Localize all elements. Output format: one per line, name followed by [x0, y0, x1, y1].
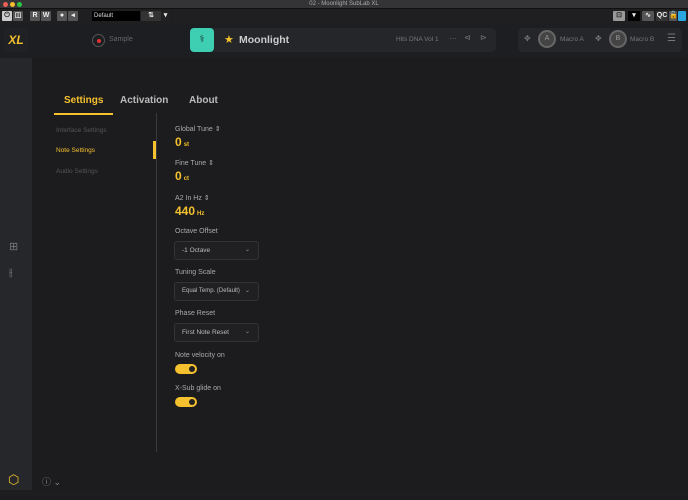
read-button[interactable]: R [30, 11, 40, 21]
link-icon[interactable]: ⊡ [613, 11, 625, 21]
dna-icon[interactable]: ⚕ [190, 28, 214, 52]
global-tune-text: Global Tune [175, 126, 213, 133]
unit: Hz [197, 211, 205, 217]
value: 440 [175, 204, 196, 218]
window-title: 02 - Moonlight SubLab XL [309, 1, 379, 7]
move-icon[interactable]: ✥ [524, 34, 531, 43]
chevron-down-icon: ⌄ [244, 329, 250, 335]
preset-pack: Hits DNA Vol 1 [396, 36, 439, 43]
power-icon[interactable]: ⏻ [2, 11, 12, 21]
chevron-down-icon: ⌄ [244, 247, 250, 253]
preset-name[interactable]: Moonlight [239, 34, 289, 46]
global-tune-label[interactable]: Global Tune ⇕ [175, 125, 221, 133]
selected-value: Equal Temp. (Default) [182, 288, 240, 294]
move-icon[interactable]: ✥ [595, 34, 602, 43]
settings-gear-icon[interactable]: ⬡ [8, 472, 19, 488]
title-bar: 02 - Moonlight SubLab XL [0, 0, 688, 9]
qc-button[interactable]: QC [656, 11, 668, 21]
fine-tune-text: Fine Tune [175, 160, 207, 167]
back-icon[interactable]: ◂ [68, 11, 78, 21]
write-button[interactable]: W [41, 11, 51, 21]
preset-dropdown-icon[interactable]: ▾ [162, 11, 169, 21]
help-icon[interactable]: ⓘ ⌄ [42, 475, 61, 488]
close-button[interactable] [3, 2, 8, 7]
minimize-button[interactable] [10, 2, 15, 7]
macro-b-knob[interactable]: B [609, 30, 627, 48]
a2-value[interactable]: 440 Hz [175, 204, 204, 218]
nav-interface-settings[interactable]: Interface Settings [56, 127, 107, 134]
unit: ct [183, 176, 190, 182]
dropdown-icon[interactable]: ▾ [628, 11, 640, 21]
a2-text: A2 In Hz [175, 195, 202, 202]
fine-tune-value[interactable]: 0 ct [175, 169, 189, 183]
value: 0 [175, 135, 182, 149]
scrollbar[interactable] [153, 141, 156, 159]
settings-icon[interactable]: ● [57, 11, 67, 21]
zoom-button[interactable] [17, 2, 22, 7]
next-preset-icon[interactable]: ⊳ [480, 33, 487, 42]
host-preset-field[interactable]: Default [92, 11, 140, 21]
tuning-scale-select[interactable]: Equal Temp. (Default) ⌄ [174, 282, 259, 301]
xl-logo: XL [4, 28, 28, 52]
tab-activation[interactable]: Activation [120, 95, 168, 106]
phase-reset-select[interactable]: First Note Reset ⌄ [174, 323, 259, 342]
preset-arrows-icon[interactable]: ⇅ [141, 11, 161, 21]
prev-preset-icon[interactable]: ⊲ [464, 33, 471, 42]
more-icon[interactable]: ··· [449, 34, 457, 43]
selected-value: First Note Reset [182, 329, 229, 336]
star-icon[interactable]: ★ [224, 33, 234, 46]
settings-panel [32, 58, 688, 490]
phase-reset-label: Phase Reset [175, 310, 216, 317]
lock-icon[interactable]: 🔓 [669, 11, 678, 21]
unit: st [183, 142, 190, 148]
nav-note-settings[interactable]: Note Settings [56, 147, 95, 154]
host-toolbar: ⏻ ◫ R W ● ◂ Default ⇅ ▾ ⊡ ▾ ∿ QC 🔓 [0, 9, 688, 24]
bottom-bar [0, 490, 688, 500]
grid-icon[interactable]: ⊞ [9, 240, 18, 253]
octave-offset-select[interactable]: -1 Octave ⌄ [174, 241, 259, 260]
sidebar: ⊞ ⫲ ⬡ [0, 58, 32, 500]
active-tab-indicator [54, 113, 113, 115]
waveform-icon[interactable]: ∿ [642, 11, 654, 21]
tuning-scale-label: Tuning Scale [175, 269, 216, 276]
note-velocity-toggle[interactable] [175, 364, 197, 374]
tab-settings[interactable]: Settings [64, 95, 103, 106]
sliders-icon[interactable]: ⫲ [9, 267, 13, 280]
octave-offset-label: Octave Offset [175, 228, 218, 235]
divider [156, 113, 157, 452]
macro-b-label: Macro B [630, 36, 655, 43]
macro-a-knob[interactable]: A [538, 30, 556, 48]
global-tune-value[interactable]: 0st [175, 135, 189, 149]
a2-label[interactable]: A2 In Hz ⇕ [175, 194, 210, 202]
record-sample-button[interactable] [92, 34, 105, 47]
compare-icon[interactable]: ◫ [13, 11, 23, 21]
list-icon[interactable]: ☰ [667, 33, 676, 44]
fine-tune-label[interactable]: Fine Tune ⇕ [175, 159, 214, 167]
sample-label[interactable]: Sample [109, 36, 133, 43]
macro-a-label: Macro A [560, 36, 584, 43]
selected-value: -1 Octave [182, 247, 211, 254]
note-velocity-label: Note velocity on [175, 352, 225, 359]
xsub-glide-label: X-Sub glide on [175, 385, 221, 392]
color-swatch[interactable] [678, 11, 686, 21]
nav-audio-settings[interactable]: Audio Settings [56, 168, 98, 175]
xsub-glide-toggle[interactable] [175, 397, 197, 407]
value: 0 [175, 169, 182, 183]
chevron-down-icon: ⌄ [244, 288, 250, 294]
tab-about[interactable]: About [189, 95, 218, 106]
